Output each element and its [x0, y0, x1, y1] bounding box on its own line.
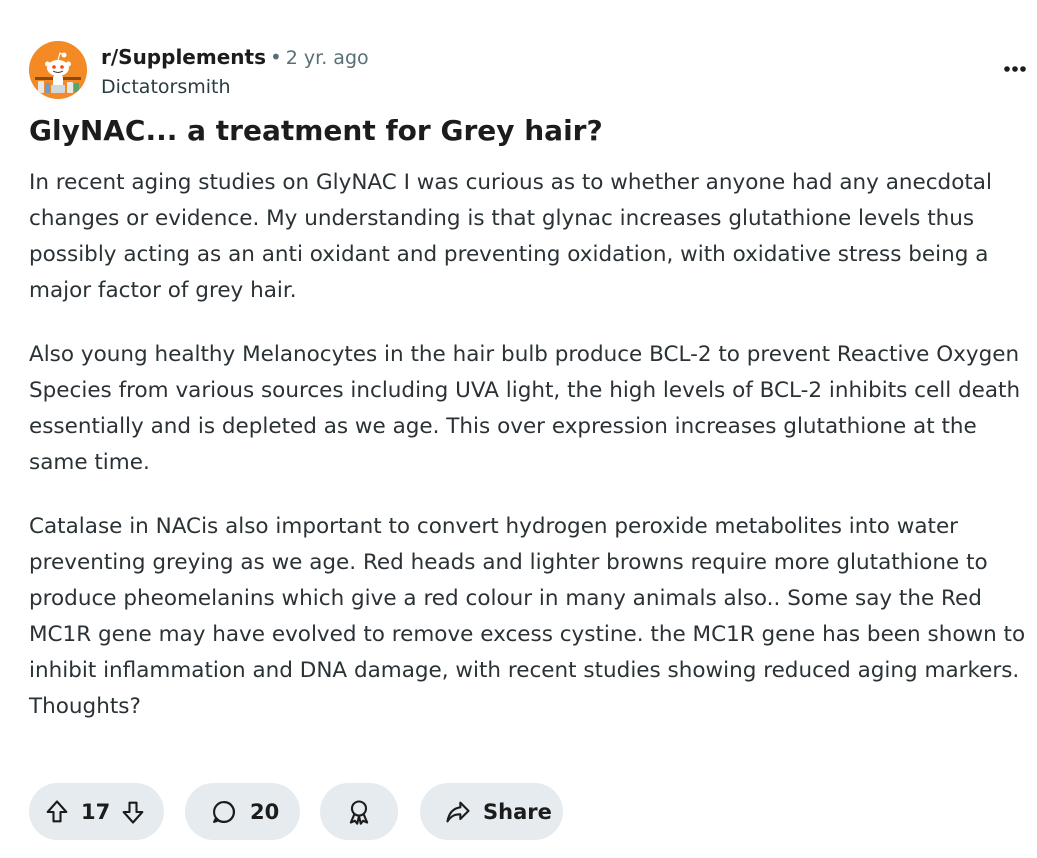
downvote-arrow-icon[interactable]	[119, 798, 147, 826]
share-button[interactable]: Share	[420, 783, 563, 840]
share-label: Share	[483, 799, 552, 824]
post-paragraph: Also young healthy Melanocytes in the ha…	[29, 342, 1021, 475]
author-link[interactable]: Dictatorsmith	[101, 74, 369, 100]
subreddit-link[interactable]: r/Supplements	[101, 45, 266, 69]
post-paragraph: In recent aging studies on GlyNAC I was …	[29, 170, 992, 303]
comments-button[interactable]: 20	[185, 783, 300, 840]
post-paragraph: Catalase in NACis also important to conv…	[29, 514, 1026, 719]
post-body: In recent aging studies on GlyNAC I was …	[29, 165, 1029, 753]
post-meta: r/Supplements • 2 yr. ago Dictatorsmith	[101, 44, 369, 100]
share-arrow-icon	[444, 798, 472, 826]
comment-count: 20	[250, 799, 280, 824]
post-title[interactable]: GlyNAC... a treatment for Grey hair?	[29, 112, 1019, 150]
comment-bubble-icon	[210, 798, 238, 826]
award-icon	[345, 798, 373, 826]
vote-control: 17	[29, 783, 164, 840]
post-age: 2 yr. ago	[285, 47, 369, 69]
more-options-icon[interactable]	[996, 54, 1034, 84]
award-button[interactable]	[320, 783, 398, 840]
subreddit-avatar[interactable]	[29, 41, 87, 99]
upvote-arrow-icon[interactable]	[43, 798, 71, 826]
vote-count: 17	[81, 799, 111, 824]
meta-separator: •	[269, 45, 282, 69]
